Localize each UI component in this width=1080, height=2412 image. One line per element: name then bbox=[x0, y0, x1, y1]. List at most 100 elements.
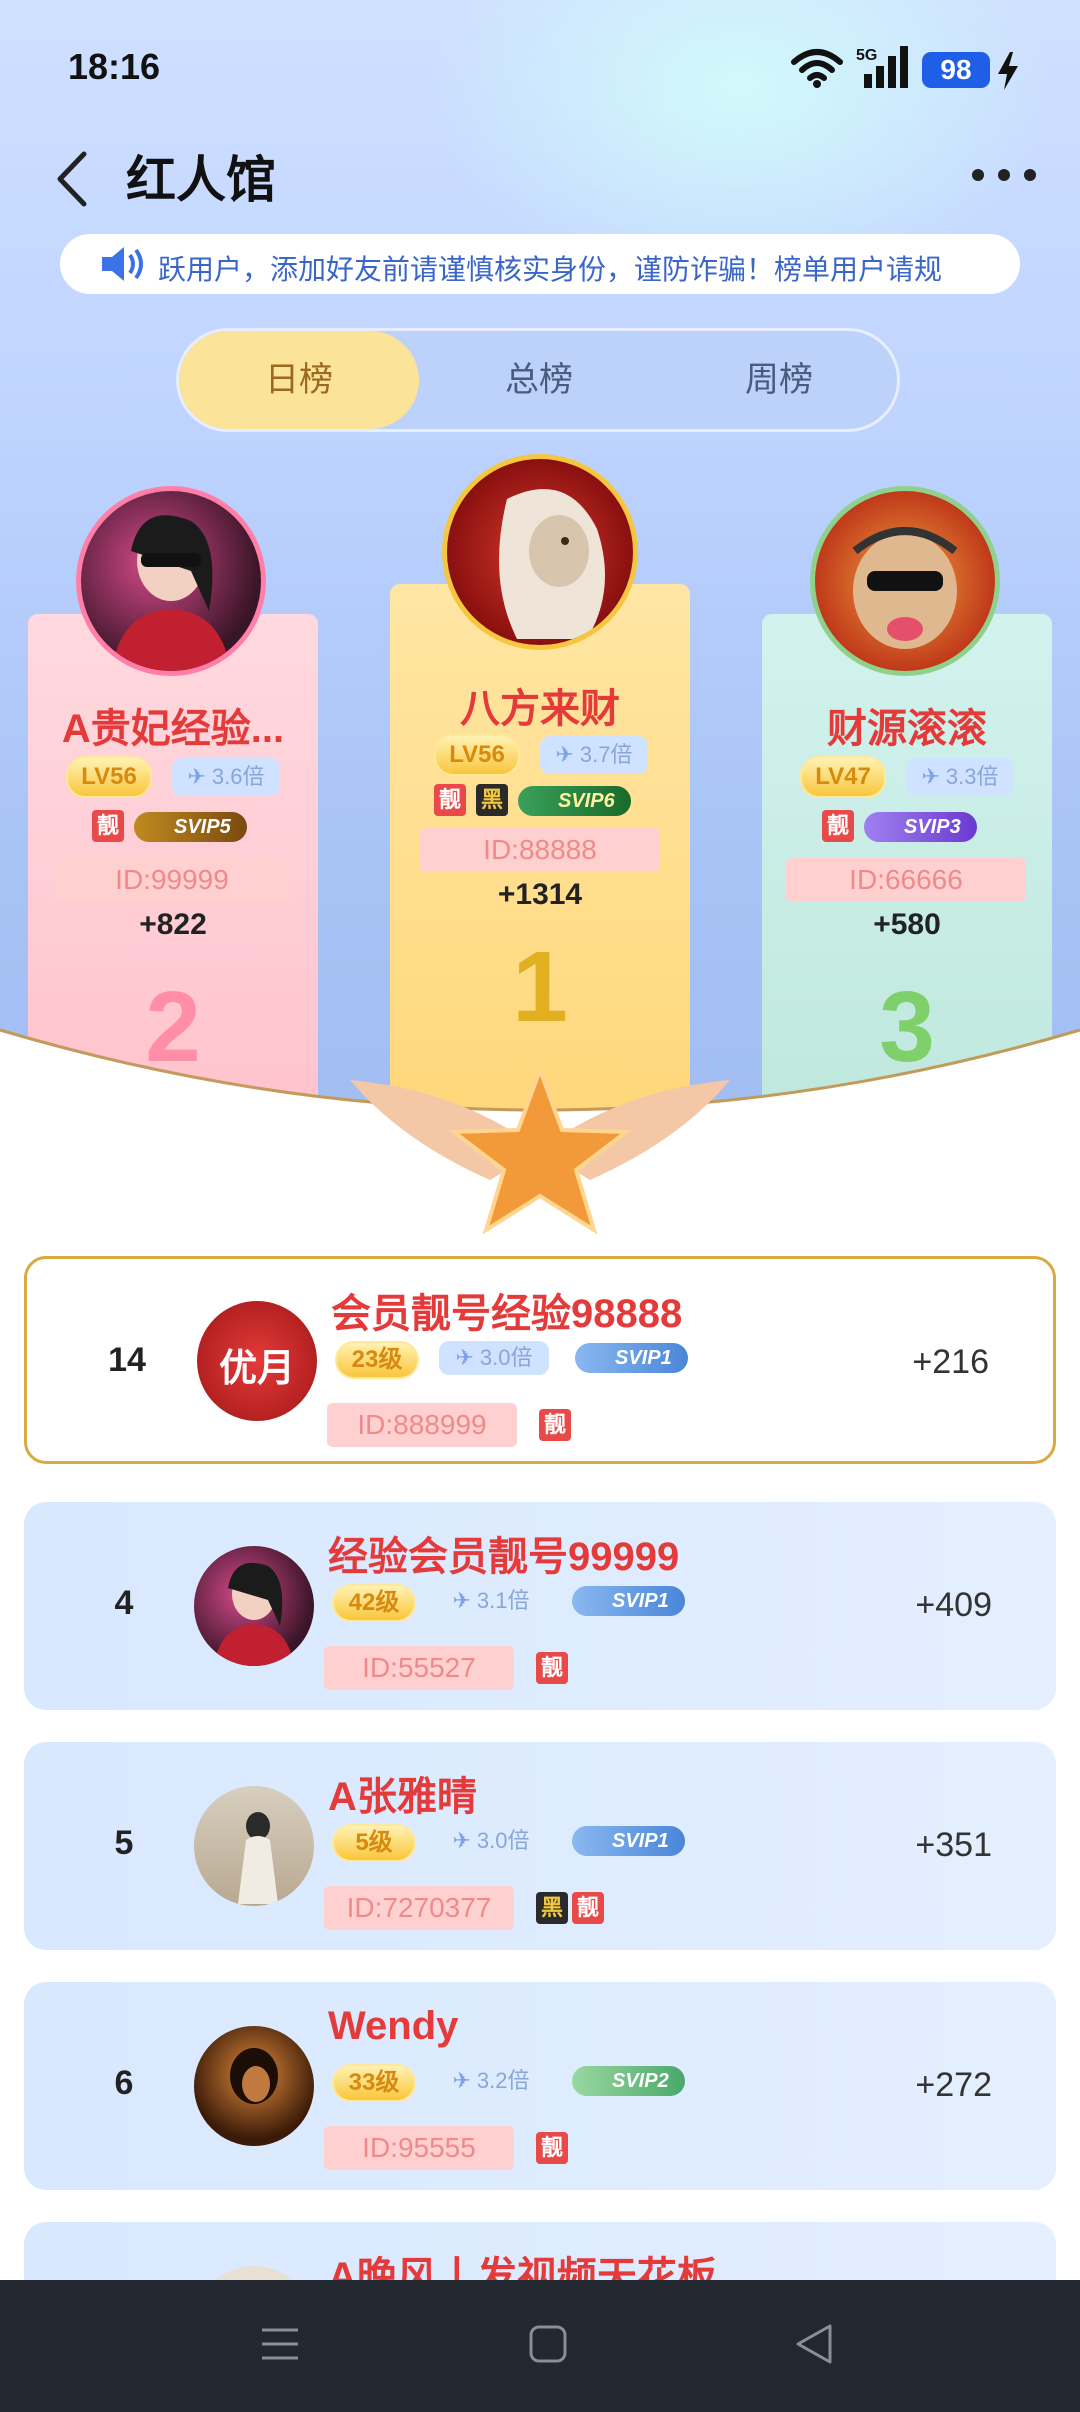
network-type-label: 5G bbox=[856, 47, 877, 64]
tag-liang: 靓 bbox=[572, 1892, 604, 1924]
status-time: 18:16 bbox=[68, 46, 161, 87]
rocket-icon: ✈ bbox=[455, 1345, 474, 1370]
level-badge: LV56 bbox=[434, 734, 520, 776]
avatar[interactable] bbox=[76, 486, 266, 676]
ranking-row[interactable]: 4 经验会员靓号99999 42级 ✈ 3.1倍 SVIP1 ID:55527 靓… bbox=[24, 1502, 1056, 1710]
notice-banner[interactable]: 跃用户，添加好友前请谨慎核实身份，谨防诈骗！榜单用户请规 bbox=[60, 234, 1020, 294]
avatar[interactable] bbox=[194, 2026, 314, 2146]
rocket-icon: ✈ bbox=[187, 764, 206, 789]
row-score: +351 bbox=[915, 1826, 992, 1864]
podium-score: +822 bbox=[139, 908, 207, 941]
notice-text: 跃用户，添加好友前请谨慎核实身份，谨防诈骗！榜单用户请规 bbox=[158, 254, 943, 285]
menu-icon[interactable] bbox=[260, 2324, 300, 2364]
user-id: ID:99999 bbox=[54, 858, 290, 902]
avatar-portrait-icon bbox=[214, 1562, 294, 1666]
cellular-signal-icon: 5G bbox=[856, 46, 908, 88]
svip-badge: SVIP1 bbox=[575, 1343, 688, 1373]
user-id: ID:888999 bbox=[327, 1403, 517, 1447]
status-bar: 18:16 5G 98 bbox=[0, 0, 1080, 140]
level-badge: 23级 bbox=[335, 1341, 419, 1379]
row-name: Wendy bbox=[328, 2004, 459, 2048]
tab-daily[interactable]: 日榜 bbox=[179, 331, 419, 429]
speaker-icon bbox=[102, 247, 143, 281]
user-id: ID:88888 bbox=[420, 828, 660, 872]
more-options-button[interactable] bbox=[968, 160, 1040, 190]
avatar-portrait-icon bbox=[230, 2048, 278, 2104]
rocket-icon: ✈ bbox=[921, 764, 940, 789]
charging-icon bbox=[998, 52, 1018, 90]
svip-badge: SVIP1 bbox=[572, 1586, 685, 1616]
level-badge: LV56 bbox=[66, 756, 152, 798]
avatar[interactable] bbox=[810, 486, 1000, 676]
tag-liang: 靓 bbox=[434, 784, 466, 816]
podium-name: 财源滚滚 bbox=[827, 707, 987, 751]
multiplier-text: 3.7倍 bbox=[579, 742, 633, 767]
multiplier-text: 3.6倍 bbox=[211, 764, 265, 789]
user-id: ID:55527 bbox=[324, 1646, 514, 1690]
multiplier-text: 3.2倍 bbox=[476, 2068, 530, 2093]
wifi-icon bbox=[791, 49, 843, 88]
podium-name: 八方来财 bbox=[460, 687, 620, 731]
winged-star-icon bbox=[350, 1064, 730, 1235]
user-id: ID:7270377 bbox=[324, 1886, 514, 1930]
svip-badge: SVIP3 bbox=[864, 812, 977, 842]
back-nav-icon[interactable] bbox=[794, 2322, 834, 2366]
row-score: +409 bbox=[915, 1586, 992, 1624]
row-name: 会员靓号经验98888 bbox=[331, 1292, 683, 1336]
avatar[interactable] bbox=[194, 1786, 314, 1906]
home-icon[interactable] bbox=[528, 2324, 568, 2364]
tag-liang: 靓 bbox=[536, 2132, 568, 2164]
battery-indicator: 98 bbox=[922, 52, 990, 88]
rocket-icon: ✈ bbox=[555, 742, 574, 767]
user-id: ID:66666 bbox=[786, 858, 1026, 902]
tab-weekly[interactable]: 周榜 bbox=[659, 331, 899, 429]
rocket-icon: ✈ bbox=[452, 2068, 471, 2093]
avatar[interactable] bbox=[194, 1546, 314, 1666]
tag-hei: 黑 bbox=[536, 1892, 568, 1924]
ranking-row[interactable]: 5 A张雅晴 5级 ✈ 3.0倍 SVIP1 ID:7270377 黑 靓 +35… bbox=[24, 1742, 1056, 1950]
multiplier-text: 3.1倍 bbox=[476, 1588, 530, 1613]
svip-badge: SVIP1 bbox=[572, 1826, 685, 1856]
row-score: +272 bbox=[915, 2066, 992, 2104]
tag-liang: 靓 bbox=[536, 1652, 568, 1684]
row-name: 经验会员靓号99999 bbox=[328, 1535, 680, 1579]
back-button[interactable] bbox=[44, 144, 104, 214]
row-name: A张雅晴 bbox=[328, 1775, 477, 1819]
tag-liang: 靓 bbox=[822, 810, 854, 842]
my-ranking-row[interactable]: 14 优月 会员靓号经验98888 23级 ✈ 3.0倍 SVIP1 ID:888… bbox=[24, 1256, 1056, 1464]
page-title: 红人馆 bbox=[126, 152, 276, 208]
avatar-lion-icon bbox=[499, 489, 605, 639]
multiplier-text: 3.0倍 bbox=[479, 1345, 533, 1370]
row-rank: 4 bbox=[114, 1584, 134, 1622]
avatar-text: 优月 bbox=[218, 1348, 295, 1390]
avatar-portrait-icon bbox=[111, 515, 231, 671]
ranking-tabs: 日榜 总榜 周榜 bbox=[176, 328, 900, 432]
multiplier-text: 3.0倍 bbox=[476, 1828, 530, 1853]
podium-score: +580 bbox=[873, 908, 941, 941]
tag-hei: 黑 bbox=[476, 784, 508, 816]
avatar-portrait-icon bbox=[238, 1812, 278, 1904]
ranking-row[interactable]: 6 Wendy 33级 ✈ 3.2倍 SVIP2 ID:95555 靓 +272 bbox=[24, 1982, 1056, 2190]
multiplier-badge: ✈ 3.7倍 bbox=[540, 736, 648, 774]
row-rank: 14 bbox=[108, 1341, 146, 1379]
level-badge: 42级 bbox=[332, 1584, 416, 1622]
level-badge: 5级 bbox=[332, 1824, 416, 1862]
multiplier-badge: ✈ 3.0倍 bbox=[436, 1824, 546, 1858]
multiplier-text: 3.3倍 bbox=[945, 764, 999, 789]
svip-badge: SVIP2 bbox=[572, 2066, 685, 2096]
nav-bar: 红人馆 bbox=[0, 130, 1080, 230]
podium-name: A贵妃经验... bbox=[61, 707, 285, 751]
tag-liang: 靓 bbox=[539, 1409, 571, 1441]
multiplier-badge: ✈ 3.3倍 bbox=[906, 758, 1014, 796]
tab-total[interactable]: 总榜 bbox=[419, 331, 659, 429]
avatar[interactable]: 优月 bbox=[197, 1301, 317, 1421]
multiplier-badge: ✈ 3.2倍 bbox=[436, 2064, 546, 2098]
avatar[interactable] bbox=[442, 454, 638, 650]
level-badge: LV47 bbox=[800, 756, 886, 798]
multiplier-badge: ✈ 3.0倍 bbox=[439, 1341, 549, 1375]
svip-badge: SVIP6 bbox=[518, 786, 631, 816]
rocket-icon: ✈ bbox=[452, 1588, 471, 1613]
row-rank: 5 bbox=[114, 1824, 134, 1862]
multiplier-badge: ✈ 3.6倍 bbox=[172, 758, 280, 796]
row-rank: 6 bbox=[114, 2064, 134, 2102]
